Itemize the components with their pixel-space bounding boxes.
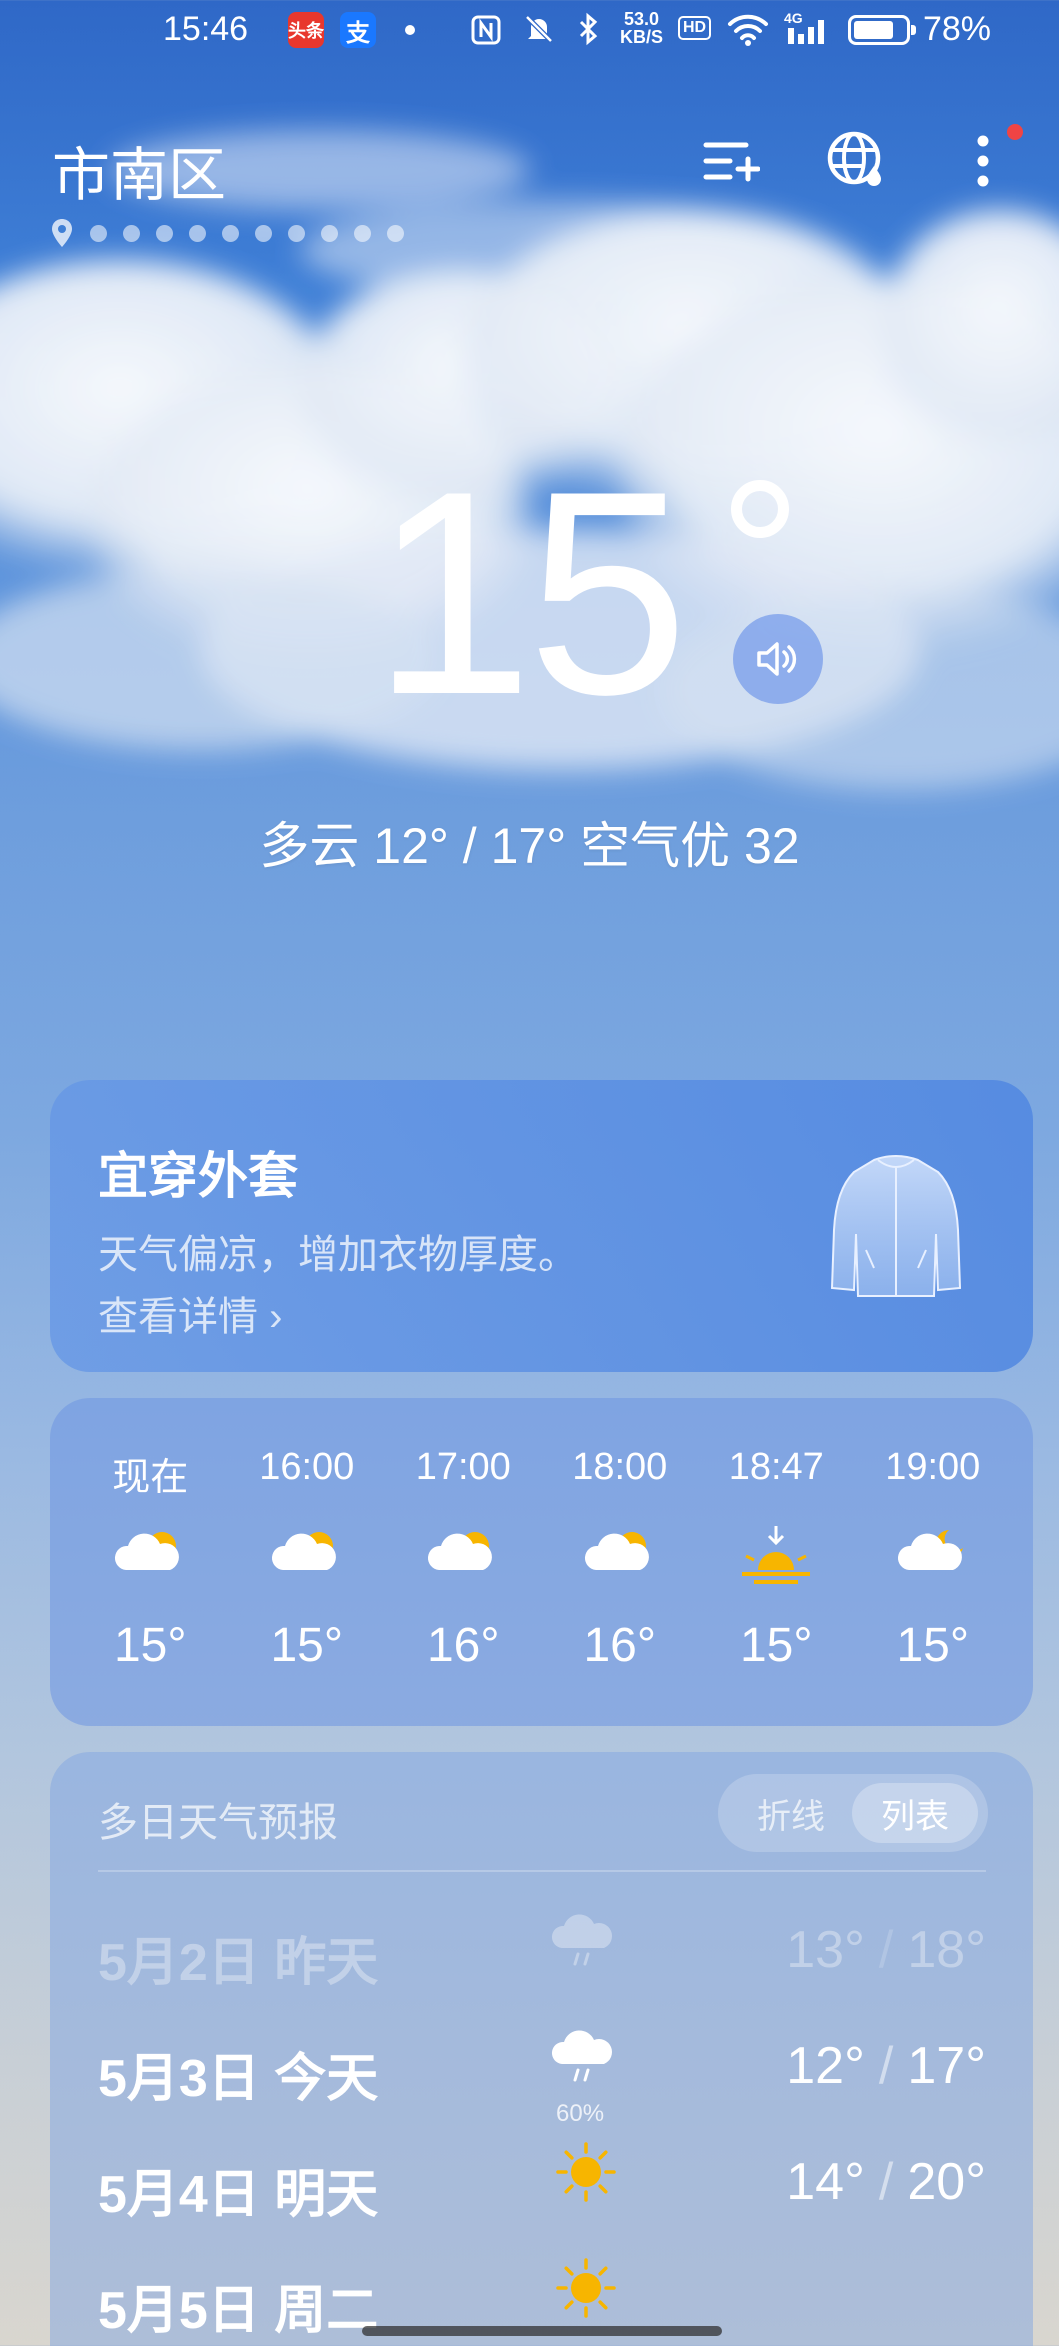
page-dot bbox=[123, 224, 140, 242]
hourly-temperature: 15° bbox=[270, 1619, 344, 1672]
add-city-button[interactable] bbox=[700, 130, 762, 192]
hourly-item: 18:47 15° bbox=[706, 1446, 846, 1673]
hourly-temperature: 15° bbox=[113, 1619, 187, 1672]
daily-row[interactable]: 5月2日 昨天 13°/18° bbox=[98, 1898, 986, 1998]
hourly-temperature: 16° bbox=[426, 1619, 500, 1672]
hourly-time: 17:00 bbox=[415, 1446, 511, 1488]
daily-date: 5月4日 明天 bbox=[98, 2166, 379, 2224]
network-speed: 53.0 KB/S bbox=[620, 9, 664, 47]
voice-broadcast-button[interactable] bbox=[733, 614, 823, 704]
partly-cloudy-icon bbox=[580, 1522, 660, 1592]
toutiao-app-icon: 头条 bbox=[288, 12, 324, 48]
hourly-list: 现在 15° 16:00 15° 17:00 16° 18:00 16° 18:… bbox=[50, 1446, 1033, 1673]
partly-cloudy-icon bbox=[267, 1522, 347, 1592]
battery-percent: 78% bbox=[922, 10, 991, 48]
clothing-advice-description: 天气偏凉，增加衣物厚度。 bbox=[98, 1233, 578, 1277]
page-dot bbox=[387, 224, 404, 242]
partly-cloudy-icon bbox=[110, 1522, 190, 1592]
bluetooth-icon bbox=[579, 12, 598, 46]
list-view-tab[interactable]: 列表 bbox=[852, 1783, 978, 1843]
rain-cloud-icon bbox=[548, 1908, 624, 1972]
page-dot bbox=[321, 224, 338, 242]
partly-cloudy-night-icon bbox=[893, 1522, 973, 1592]
clothing-advice-title: 宜穿外套 bbox=[98, 1148, 298, 1204]
hourly-time: 16:00 bbox=[259, 1446, 355, 1488]
notification-badge bbox=[1007, 124, 1023, 140]
hourly-temperature: 15° bbox=[739, 1619, 813, 1672]
daily-temperature-range: 14°/20° bbox=[786, 2153, 986, 2211]
page-dot bbox=[255, 224, 272, 242]
globe-button[interactable] bbox=[826, 130, 888, 192]
hourly-item: 18:00 16° bbox=[550, 1446, 690, 1673]
hourly-time: 现在 bbox=[112, 1457, 189, 1499]
divider bbox=[98, 1870, 986, 1872]
page-dot bbox=[288, 224, 305, 242]
page-dot bbox=[354, 224, 371, 242]
home-indicator[interactable] bbox=[362, 2326, 722, 2336]
weather-summary[interactable]: 多云 12° / 17° 空气优 32 bbox=[0, 806, 1059, 878]
degree-symbol bbox=[731, 480, 789, 538]
notification-dot-icon bbox=[405, 25, 415, 35]
alipay-app-icon: 支 bbox=[340, 12, 376, 48]
sun-icon bbox=[548, 2256, 624, 2320]
daily-forecast-card[interactable]: 多日天气预报 折线 列表 5月2日 昨天 13°/18° 5月3日 今天 60% 1… bbox=[50, 1752, 1033, 2346]
daily-forecast-title: 多日天气预报 bbox=[98, 1801, 338, 1845]
signal-icon bbox=[788, 20, 824, 44]
current-temperature: 15 bbox=[372, 431, 689, 755]
add-city-icon bbox=[703, 142, 760, 182]
page-dot bbox=[189, 224, 206, 242]
hourly-item: 19:00 15° bbox=[863, 1446, 1003, 1673]
sunset-icon bbox=[736, 1522, 816, 1592]
hd-badge: HD bbox=[678, 16, 712, 40]
rain-cloud-icon bbox=[548, 2024, 624, 2088]
hourly-time: 18:00 bbox=[572, 1446, 668, 1488]
jacket-icon bbox=[830, 1155, 962, 1297]
globe-icon bbox=[827, 131, 881, 186]
daily-row[interactable]: 5月3日 今天 60% 12°/17° bbox=[98, 2014, 986, 2127]
daily-date: 5月2日 昨天 bbox=[98, 1934, 379, 1992]
city-page-indicator bbox=[50, 218, 404, 248]
hourly-temperature: 15° bbox=[896, 1619, 970, 1672]
daily-row[interactable]: 5月4日 明天 14°/20° bbox=[98, 2130, 986, 2230]
hourly-item: 现在 15° bbox=[80, 1446, 220, 1673]
hourly-item: 17:00 16° bbox=[393, 1446, 533, 1673]
page-dot bbox=[156, 224, 173, 242]
precipitation-probability: 60% bbox=[556, 2100, 605, 2127]
status-time: 15:46 bbox=[163, 10, 249, 48]
line-view-tab[interactable]: 折线 bbox=[728, 1783, 854, 1843]
hourly-item: 16:00 15° bbox=[237, 1446, 377, 1673]
page-dot bbox=[222, 224, 239, 242]
speaker-icon bbox=[757, 642, 797, 676]
daily-temperature-range: 13°/18° bbox=[786, 1921, 986, 1979]
hourly-time: 18:47 bbox=[728, 1446, 824, 1488]
more-button[interactable] bbox=[952, 130, 1014, 192]
hourly-time: 19:00 bbox=[885, 1446, 981, 1488]
daily-date: 5月3日 今天 bbox=[98, 2050, 379, 2108]
hourly-temperature: 16° bbox=[583, 1619, 657, 1672]
more-icon bbox=[977, 135, 989, 187]
daily-date: 5月5日 周二 bbox=[98, 2282, 379, 2340]
partly-cloudy-icon bbox=[423, 1522, 503, 1592]
sun-icon bbox=[548, 2140, 624, 2204]
mute-bell-icon bbox=[525, 15, 553, 43]
daily-temperature-range: 12°/17° bbox=[786, 2037, 986, 2095]
view-mode-toggle: 折线 列表 bbox=[718, 1774, 988, 1852]
location-pin-icon bbox=[52, 219, 72, 247]
nfc-icon bbox=[471, 15, 501, 45]
wifi-icon bbox=[728, 14, 768, 46]
hourly-forecast-card[interactable]: 现在 15° 16:00 15° 17:00 16° 18:00 16° 18:… bbox=[50, 1398, 1033, 1726]
page-dot bbox=[90, 224, 107, 242]
battery-icon bbox=[848, 15, 916, 45]
status-bar: 15:46 头条 支 53.0 KB/S HD 4G 78% bbox=[0, 0, 1059, 60]
clothing-advice-card[interactable]: 宜穿外套 天气偏凉，增加衣物厚度。 查看详情 › bbox=[50, 1080, 1033, 1372]
view-details-link[interactable]: 查看详情 › bbox=[98, 1284, 282, 1342]
city-name[interactable]: 市南区 bbox=[52, 128, 226, 212]
